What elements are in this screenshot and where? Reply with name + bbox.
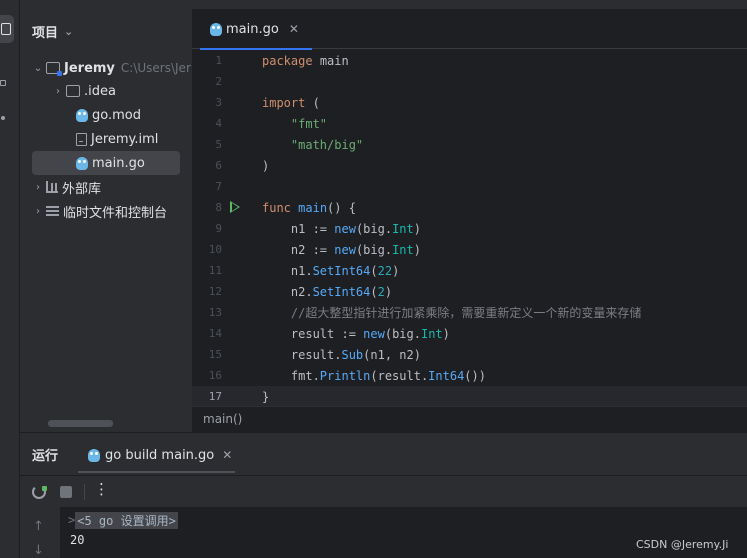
line-number: 8 [215,201,222,214]
code-line: 13 //超大整型指针进行加紧乘除，需要重新定义一个新的变量来存储 [192,302,747,323]
arrow-up-icon[interactable]: ↑ [33,519,44,534]
breadcrumb[interactable]: main() [192,406,747,432]
project-tool-icon[interactable] [0,15,14,43]
watermark: CSDN @Jeremy.Ji [636,538,729,551]
editor-tab-bar: main.go ✕ [192,9,747,50]
tree-item-label: Jeremy [64,60,115,76]
tree-item-label: 临时文件和控制台 [63,205,168,221]
chevron-down-icon[interactable]: ⌄ [32,63,44,74]
code-line-current: 17 } [192,386,747,407]
line-number: 15 [208,348,222,361]
code-line: 14 result := new(big.Int) [192,323,747,344]
console-command: <5 go 设置调用> [75,511,178,529]
code-line: 3 import ( [192,92,747,113]
toolbar-divider [84,484,85,500]
code-line: 16 fmt.Println(result.Int64()) [192,365,747,386]
line-number: 12 [208,285,222,298]
console-command-line: > <5 go 设置调用> [68,511,178,529]
chevron-right-icon[interactable]: › [52,86,64,97]
line-number: 3 [215,96,222,109]
scratch-icon [46,205,59,217]
run-panel-title: 运行 [32,449,59,464]
more-options-icon[interactable]: ⋮ [94,480,109,498]
tree-item-jeremy[interactable]: ⌄ Jeremy C:\Users\Jer [20,56,192,80]
tree-item-scratches[interactable]: › 临时文件和控制台 [20,199,192,223]
line-number: 2 [215,75,222,88]
chevron-down-icon[interactable]: ⌄ [64,25,73,38]
tree-item-jeremy-iml[interactable]: Jeremy.iml [20,127,192,151]
line-number: 9 [215,222,222,235]
folder-module-icon [46,62,62,76]
console-result: 20 [70,533,85,547]
code-line: 12 n2.SetInt64(2) [192,281,747,302]
run-toolbar: ⋮ [20,475,747,507]
tree-item-go-mod[interactable]: go.mod [20,103,192,127]
line-number: 4 [215,117,222,130]
tree-item-label: 外部库 [62,181,102,197]
tree-item-label: main.go [92,155,145,171]
run-gutter-icon[interactable] [230,201,240,213]
tree-item-label: go.mod [92,107,141,123]
code-line: 5 "math/big" [192,134,747,155]
code-line: 7 [192,176,747,197]
project-panel: 项目 ⌄ ⌄ Jeremy C:\Users\Jer › .idea go.mo… [20,0,192,432]
line-number: 5 [215,138,222,151]
console-prompt: > [68,513,76,527]
tree-item-label: Jeremy.iml [91,131,159,147]
line-number: 10 [208,243,222,256]
code-line: 9 n1 := new(big.Int) [192,218,747,239]
tab-label: main.go [226,21,279,37]
line-number: 13 [208,306,222,319]
code-line: 1 package main [192,50,747,71]
go-file-icon [76,156,88,170]
stop-icon[interactable] [60,486,72,498]
code-line: 11 n1.SetInt64(22) [192,260,747,281]
tree-item-label: .idea [84,83,116,99]
arrow-down-icon[interactable]: ↓ [33,543,44,558]
close-icon[interactable]: ✕ [222,448,232,462]
iml-file-icon [76,132,87,146]
close-icon[interactable]: ✕ [289,22,299,36]
line-number: 17 [208,390,222,403]
run-tab-label: go build main.go [105,447,215,463]
code-line: 2 [192,71,747,92]
chevron-right-icon[interactable]: › [32,206,44,217]
breadcrumb-item[interactable]: main() [203,412,242,426]
code-line: 15 result.Sub(n1, n2) [192,344,747,365]
horizontal-scrollbar[interactable] [48,420,113,427]
line-number: 14 [208,327,222,340]
line-number: 7 [215,180,222,193]
tree-item-external-libraries[interactable]: › 外部库 [20,175,192,199]
project-panel-header[interactable]: 项目 ⌄ [20,0,192,62]
go-mod-icon [76,108,88,122]
go-file-icon [88,448,100,462]
more-tools-icon[interactable] [1,116,5,120]
code-line: 10 n2 := new(big.Int) [192,239,747,260]
console-gutter: ↑ ↓ [20,507,60,558]
folder-icon [66,85,80,97]
project-panel-title: 项目 [32,25,59,41]
line-number: 1 [215,54,222,67]
rerun-icon[interactable] [32,485,47,499]
structure-tool-icon[interactable] [0,80,6,86]
go-file-icon [210,22,222,36]
code-line: 8 func main() { [192,197,747,218]
line-number: 11 [208,264,222,277]
code-line: 6 ) [192,155,747,176]
activity-strip [0,0,20,558]
library-icon [46,181,58,193]
chevron-right-icon[interactable]: › [32,182,44,193]
tab-run-config[interactable]: go build main.go ✕ [78,439,235,473]
tab-main-go[interactable]: main.go ✕ [200,9,312,50]
line-number: 6 [215,159,222,172]
code-line: 4 "fmt" [192,113,747,134]
tree-item-main-go[interactable]: main.go [32,151,180,175]
code-editor[interactable]: 1 package main 2 3 import ( 4 "fmt" 5 "m… [192,50,747,407]
tree-item-path: C:\Users\Jer [120,61,191,75]
line-number: 16 [208,369,222,382]
tree-item-idea[interactable]: › .idea [20,79,192,103]
